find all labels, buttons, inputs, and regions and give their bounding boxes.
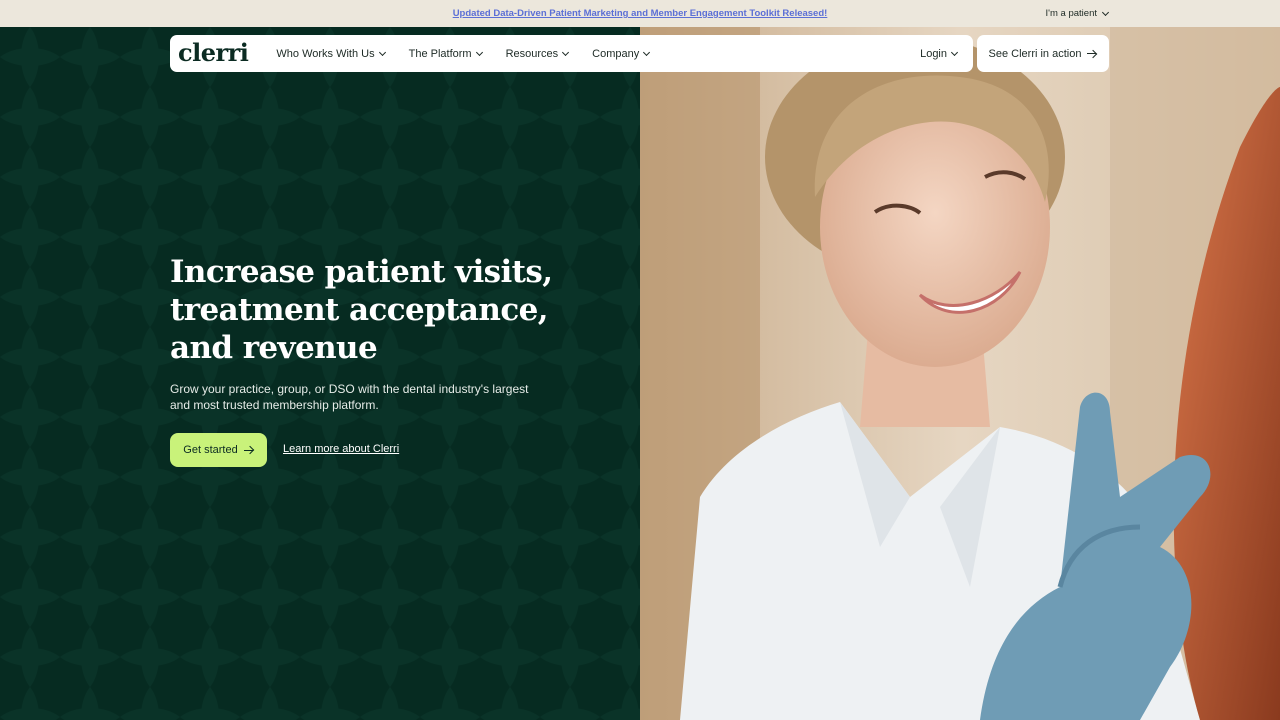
nav-item-company[interactable]: Company <box>592 47 651 60</box>
nav-item-resources[interactable]: Resources <box>505 47 570 60</box>
headline-line-3: and revenue <box>170 330 378 366</box>
announcement-bar: Updated Data-Driven Patient Marketing an… <box>0 0 1280 27</box>
patient-toggle-label: I'm a patient <box>1045 8 1097 19</box>
nav-item-the-platform[interactable]: The Platform <box>408 47 483 60</box>
chevron-down-icon <box>378 48 386 56</box>
nav-item-label: Resources <box>505 47 559 60</box>
headline-line-1: Increase patient visits, <box>170 254 553 290</box>
see-clerri-in-action-button[interactable]: See Clerri in action <box>977 35 1109 72</box>
get-started-label: Get started <box>183 444 238 456</box>
dentist-photo-illustration <box>640 27 1280 720</box>
learn-more-link[interactable]: Learn more about Clerri <box>283 443 399 455</box>
main-nav: clerri Who Works With Us The Platform Re… <box>170 35 973 72</box>
chevron-down-icon <box>950 48 959 56</box>
nav-item-label: Company <box>592 47 640 60</box>
hero-headline: Increase patient visits, treatment accep… <box>170 253 610 367</box>
arrow-right-icon <box>1087 50 1097 58</box>
chevron-down-icon <box>1101 8 1110 16</box>
hero-photo <box>640 27 1280 720</box>
login-menu[interactable]: Login <box>920 47 959 60</box>
login-label: Login <box>920 47 947 60</box>
cta-label: See Clerri in action <box>988 47 1082 60</box>
hero-subcopy: Grow your practice, group, or DSO with t… <box>170 382 529 412</box>
arrow-right-icon <box>243 446 254 454</box>
headline-line-2: treatment acceptance, <box>170 292 549 328</box>
logo[interactable]: clerri <box>178 38 249 67</box>
hero-left-panel <box>0 27 640 720</box>
nav-item-label: The Platform <box>408 47 472 60</box>
get-started-button[interactable]: Get started <box>170 433 267 467</box>
nav-item-label: Who Works With Us <box>276 47 375 60</box>
patient-toggle[interactable]: I'm a patient <box>1045 0 1110 27</box>
background-pattern <box>0 27 640 720</box>
chevron-down-icon <box>643 48 651 56</box>
nav-item-who-works-with-us[interactable]: Who Works With Us <box>276 47 386 60</box>
chevron-down-icon <box>562 48 570 56</box>
announcement-link[interactable]: Updated Data-Driven Patient Marketing an… <box>453 8 828 19</box>
chevron-down-icon <box>475 48 483 56</box>
